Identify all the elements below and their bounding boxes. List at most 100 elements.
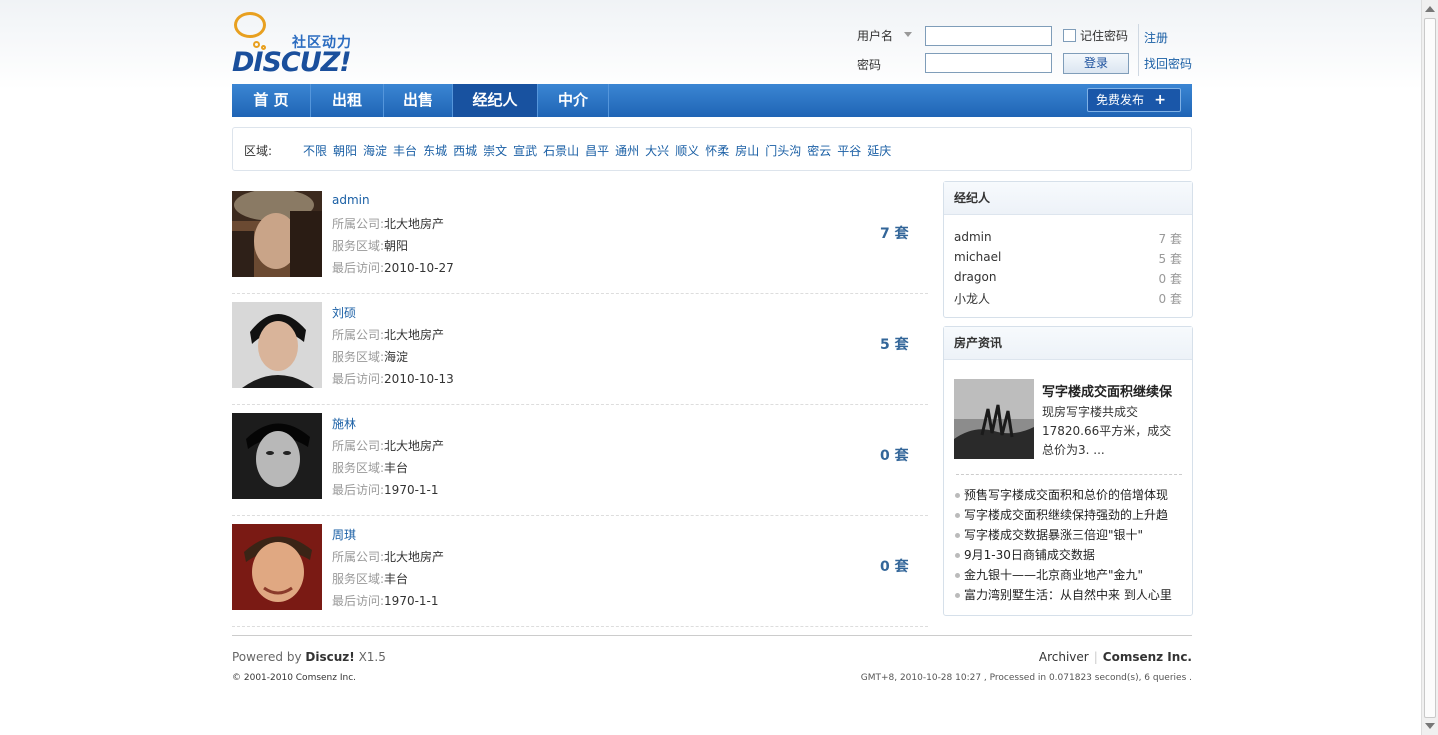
company-link[interactable]: Comsenz Inc. bbox=[1103, 650, 1192, 664]
featured-news-title[interactable]: 写字楼成交面积继续保 bbox=[1042, 381, 1172, 400]
area-filter: 区域: 不限 朝阳 海淀 丰台 东城 西城 崇文 宣武 石景山 昌平 通州 大兴 顺义 怀柔 房山 门头沟 密云… bbox=[232, 127, 1192, 171]
news-item[interactable]: 富力湾别墅生活：从自然中来 到人心里 bbox=[954, 585, 1186, 605]
listing-count: 0 套 bbox=[880, 559, 909, 575]
remember-checkbox[interactable] bbox=[1063, 29, 1076, 42]
free-post-label: 免费发布 bbox=[1096, 93, 1145, 107]
agent-region: 服务区域:丰台 bbox=[332, 459, 408, 476]
vertical-scrollbar[interactable] bbox=[1421, 0, 1438, 735]
agent-stat-row[interactable]: dragon 0 套 bbox=[954, 270, 1182, 286]
powered-prefix: Powered by bbox=[232, 650, 302, 664]
archiver-link[interactable]: Archiver bbox=[1039, 650, 1089, 664]
area-link[interactable]: 怀柔 bbox=[705, 144, 729, 158]
agent-stat-row[interactable]: 小龙人 0 套 bbox=[954, 290, 1182, 307]
area-link[interactable]: 丰台 bbox=[393, 144, 417, 158]
featured-news-image[interactable] bbox=[954, 379, 1034, 459]
featured-news[interactable]: 写字楼成交面积继续保 现房写字楼共成交17820.66平方米，成交总价为3. .… bbox=[954, 379, 1182, 463]
company-label: 所属公司: bbox=[332, 217, 385, 231]
agent-stat-count: 0 套 bbox=[1158, 272, 1182, 286]
area-link[interactable]: 昌平 bbox=[585, 144, 609, 158]
news-list: 预售写字楼成交面积和总价的倍增体现 写字楼成交面积继续保持强劲的上升趋 写字楼成… bbox=[954, 485, 1186, 605]
company-value: 北大地房产 bbox=[384, 439, 445, 453]
nav-item-rent[interactable]: 出租 bbox=[311, 84, 384, 117]
site-logo[interactable]: 社区动力 DISCUZ! bbox=[232, 10, 372, 78]
agent-name[interactable]: 刘硕 bbox=[332, 304, 356, 321]
agent-avatar[interactable] bbox=[232, 191, 322, 277]
area-label: 区域: bbox=[244, 144, 273, 158]
register-link[interactable]: 注册 bbox=[1144, 29, 1168, 46]
chevron-down-icon[interactable] bbox=[904, 32, 912, 37]
area-link[interactable]: 石景山 bbox=[543, 144, 579, 158]
region-label: 服务区域: bbox=[332, 239, 385, 253]
news-item[interactable]: 预售写字楼成交面积和总价的倍增体现 bbox=[954, 485, 1186, 505]
nav-item-agency[interactable]: 中介 bbox=[538, 84, 609, 117]
listing-count: 0 套 bbox=[880, 448, 909, 464]
visit-value: 1970-1-1 bbox=[384, 594, 439, 608]
area-link[interactable]: 门头沟 bbox=[765, 144, 801, 158]
area-link[interactable]: 崇文 bbox=[483, 144, 507, 158]
area-link[interactable]: 通州 bbox=[615, 144, 639, 158]
area-link[interactable]: 朝阳 bbox=[333, 144, 357, 158]
company-value: 北大地房产 bbox=[384, 550, 445, 564]
area-link[interactable]: 东城 bbox=[423, 144, 447, 158]
footer-separator: | bbox=[1093, 650, 1098, 664]
footer-links: Archiver | Comsenz Inc. bbox=[1039, 650, 1192, 664]
powered-brand[interactable]: Discuz! bbox=[305, 650, 354, 664]
password-label: 密码 bbox=[857, 58, 882, 72]
agent-stat-name[interactable]: 小龙人 bbox=[954, 292, 990, 306]
agent-last-visit: 最后访问:1970-1-1 bbox=[332, 481, 439, 498]
main-nav: 首 页 出租 出售 经纪人 中介 免费发布 + bbox=[232, 84, 1192, 117]
area-link[interactable]: 大兴 bbox=[645, 144, 669, 158]
visit-value: 2010-10-27 bbox=[384, 261, 454, 275]
scrollbar-thumb[interactable] bbox=[1424, 18, 1436, 718]
processing-info: GMT+8, 2010-10-28 10:27 , Processed in 0… bbox=[860, 673, 1192, 683]
nav-item-sale[interactable]: 出售 bbox=[384, 84, 453, 117]
agent-name[interactable]: 施林 bbox=[332, 415, 356, 432]
agent-name[interactable]: 周琪 bbox=[332, 526, 356, 543]
area-link[interactable]: 房山 bbox=[735, 144, 759, 158]
password-input[interactable] bbox=[925, 53, 1052, 73]
agent-row: admin 所属公司:北大地房产 服务区域:朝阳 最后访问:2010-10-27… bbox=[232, 182, 928, 294]
news-item[interactable]: 9月1-30日商铺成交数据 bbox=[954, 545, 1186, 565]
area-link[interactable]: 密云 bbox=[807, 144, 831, 158]
free-post-button[interactable]: 免费发布 + bbox=[1087, 88, 1181, 112]
remember-password[interactable]: 记住密码 bbox=[1063, 27, 1128, 44]
agent-stat-name[interactable]: admin bbox=[954, 230, 992, 244]
remember-label: 记住密码 bbox=[1080, 29, 1129, 43]
news-title: 房产资讯 bbox=[944, 327, 1192, 360]
agent-stat-name[interactable]: dragon bbox=[954, 270, 996, 284]
login-button[interactable]: 登录 bbox=[1063, 53, 1129, 74]
visit-value: 1970-1-1 bbox=[384, 483, 439, 497]
scroll-up-icon[interactable] bbox=[1425, 6, 1435, 12]
nav-item-home[interactable]: 首 页 bbox=[232, 84, 311, 117]
featured-news-desc: 现房写字楼共成交17820.66平方米，成交总价为3. ... bbox=[1042, 405, 1172, 457]
company-label: 所属公司: bbox=[332, 550, 385, 564]
area-link[interactable]: 延庆 bbox=[867, 144, 891, 158]
logo-text: DISCUZ! bbox=[232, 47, 352, 78]
area-link[interactable]: 不限 bbox=[303, 144, 327, 158]
region-value: 丰台 bbox=[384, 572, 409, 586]
agent-name[interactable]: admin bbox=[332, 193, 370, 207]
agent-stat-name[interactable]: michael bbox=[954, 250, 1001, 264]
nav-item-agents[interactable]: 经纪人 bbox=[453, 84, 538, 117]
news-item[interactable]: 金九银十——北京商业地产"金九" bbox=[954, 565, 1186, 585]
agent-avatar[interactable] bbox=[232, 524, 322, 610]
forgot-password-link[interactable]: 找回密码 bbox=[1144, 55, 1192, 72]
area-link[interactable]: 顺义 bbox=[675, 144, 699, 158]
region-value: 朝阳 bbox=[384, 239, 409, 253]
agent-avatar[interactable] bbox=[232, 302, 322, 388]
agent-stat-row[interactable]: admin 7 套 bbox=[954, 230, 1182, 246]
agent-region: 服务区域:海淀 bbox=[332, 348, 408, 365]
area-link[interactable]: 平谷 bbox=[837, 144, 861, 158]
region-label: 服务区域: bbox=[332, 461, 385, 475]
area-link[interactable]: 西城 bbox=[453, 144, 477, 158]
plus-icon: + bbox=[1154, 92, 1166, 108]
username-input[interactable] bbox=[925, 26, 1052, 46]
news-item[interactable]: 写字楼成交面积继续保持强劲的上升趋 bbox=[954, 505, 1186, 525]
area-link[interactable]: 海淀 bbox=[363, 144, 387, 158]
agent-stat-row[interactable]: michael 5 套 bbox=[954, 250, 1182, 266]
news-item[interactable]: 写字楼成交数据暴涨三倍迎"银十" bbox=[954, 525, 1186, 545]
agent-avatar[interactable] bbox=[232, 413, 322, 499]
visit-label: 最后访问: bbox=[332, 594, 385, 608]
scroll-down-icon[interactable] bbox=[1425, 723, 1435, 729]
area-link[interactable]: 宣武 bbox=[513, 144, 537, 158]
